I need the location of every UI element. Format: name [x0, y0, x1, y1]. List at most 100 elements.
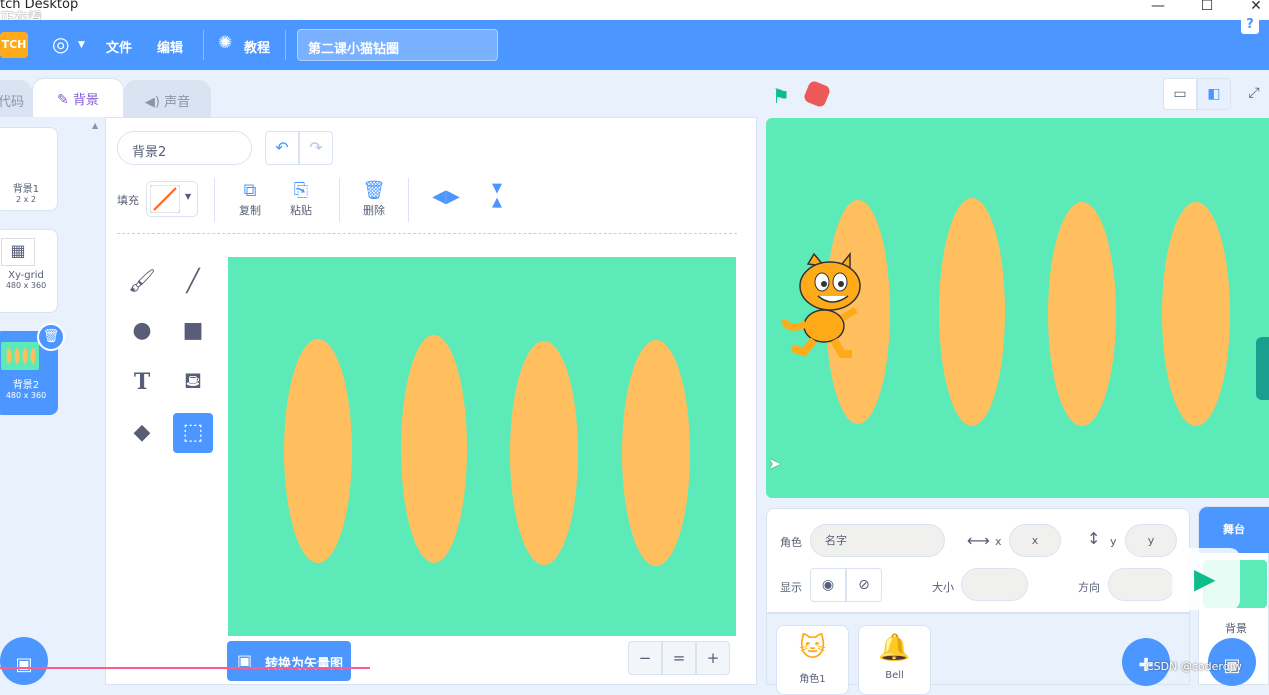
menu-file[interactable]: 文件	[106, 37, 132, 56]
delete-costume-icon[interactable]: 🗑	[37, 323, 65, 351]
rectangle-icon: ■	[182, 318, 204, 343]
scratch-logo[interactable]: TCH	[0, 32, 28, 58]
watermark: CSDN @coderdjw	[1146, 660, 1242, 673]
choose-backdrop-button[interactable]: ▣	[0, 637, 48, 685]
hide-sprite-button[interactable]: ⊘	[846, 568, 882, 602]
y-input[interactable]: y	[1125, 524, 1177, 557]
scroll-up-icon[interactable]: ▲	[92, 121, 98, 130]
large-stage-icon: ◧	[1207, 86, 1221, 102]
ellipse-shape	[1048, 202, 1116, 426]
cat-icon: 🐱	[798, 633, 827, 663]
ellipse-shape	[1162, 202, 1230, 426]
show-sprite-button[interactable]: ◉	[810, 568, 846, 602]
paint-canvas[interactable]	[228, 257, 736, 636]
select-tool[interactable]: ⬚	[173, 413, 213, 453]
redo-button[interactable]: ↷	[299, 131, 333, 165]
eraser-tool[interactable]: ◆	[122, 413, 162, 453]
menu-tutorials[interactable]: 教程	[244, 37, 270, 56]
costume-list-scrollbar[interactable]: ▲	[88, 117, 105, 685]
fullscreen-icon: ⤢	[1248, 85, 1260, 101]
flip-vertical-icon: ▼ ▲	[492, 181, 502, 210]
vertical-arrows-icon: ↕	[1087, 529, 1101, 548]
zoom-reset-button[interactable]: =	[662, 641, 696, 675]
window-title-bar	[0, 0, 1269, 20]
no-fill-swatch-icon	[150, 185, 180, 213]
direction-label: 方向	[1078, 581, 1100, 594]
convert-to-vector-button[interactable]: ▣ 转换为矢量图	[227, 641, 351, 681]
costume-name-input[interactable]: 背景2	[117, 131, 252, 165]
size-input[interactable]	[961, 568, 1028, 601]
circle-icon: ●	[132, 318, 152, 343]
undo-icon: ↶	[275, 138, 289, 157]
stage-label[interactable]: 舞台	[1199, 507, 1269, 553]
ellipse-shape	[939, 198, 1005, 426]
small-stage-button[interactable]: ▭	[1163, 78, 1197, 110]
maximize-button[interactable]: ☐	[1192, 0, 1222, 20]
stop-icon[interactable]	[802, 79, 832, 109]
zoom-out-button[interactable]: −	[628, 641, 662, 675]
project-title-input[interactable]: 第二课小猫钻圈	[297, 29, 498, 61]
zoom-in-button[interactable]: +	[696, 641, 730, 675]
video-progress-line	[0, 667, 370, 669]
sprite-info-panel: 角色 名字 ⟷ x x ↕ y y 显示 ◉ ⊘ 大小 方向	[766, 508, 1190, 613]
ellipse-shape	[510, 341, 578, 565]
toolbar-separator	[117, 233, 737, 234]
tab-code[interactable]: 代码	[0, 80, 32, 118]
tab-backdrops[interactable]: ✎ 背景	[32, 78, 124, 120]
stage-canvas[interactable]	[766, 118, 1269, 498]
costume-item[interactable]: ▦ Xy-grid 480 x 360	[0, 229, 58, 313]
paste-button[interactable]: ⎘ 粘贴	[281, 180, 321, 218]
menu-separator	[203, 30, 204, 60]
small-stage-icon: ▭	[1173, 86, 1187, 102]
undo-button[interactable]: ↶	[265, 131, 299, 165]
line-icon: ╱	[186, 269, 200, 294]
play-icon: ▶	[1194, 562, 1216, 595]
flip-vertical-button[interactable]: ▼ ▲	[477, 181, 517, 210]
chevron-down-icon: ▼	[185, 192, 192, 201]
direction-input[interactable]	[1108, 568, 1175, 601]
x-label: x	[995, 535, 1002, 548]
large-stage-button[interactable]: ◧	[1197, 78, 1231, 110]
costume-thumbnail	[1, 342, 39, 370]
fill-color-picker[interactable]: ▼	[146, 181, 198, 217]
flip-horizontal-button[interactable]: ◀▶	[426, 186, 466, 208]
flip-horizontal-icon: ◀▶	[432, 186, 460, 207]
redo-icon: ↷	[309, 138, 323, 157]
circle-tool[interactable]: ●	[122, 311, 162, 351]
tab-sounds[interactable]: ◀) 声音	[124, 80, 211, 118]
costume-item[interactable]: 背景1 2 x 2	[0, 127, 58, 211]
y-label: y	[1110, 535, 1117, 548]
toolbar-divider	[408, 178, 409, 222]
fill-tool[interactable]: ⛾	[173, 362, 213, 402]
sprite-name-input[interactable]: 名字	[810, 524, 945, 557]
rectangle-tool[interactable]: ■	[173, 311, 213, 351]
delete-button[interactable]: 🗑 删除	[354, 180, 394, 218]
green-flag-icon[interactable]: ⚑	[772, 84, 790, 108]
help-icon[interactable]: ?	[1241, 16, 1259, 34]
line-tool[interactable]: ╱	[173, 262, 213, 302]
x-input[interactable]: x	[1009, 524, 1061, 557]
text-tool[interactable]: T	[122, 362, 162, 402]
fill-label: 填充	[117, 194, 139, 207]
mouse-pointer-icon: ➤	[768, 454, 782, 473]
copy-icon: ⧉	[243, 180, 257, 201]
stage-artwork	[780, 198, 1230, 426]
paste-icon: ⎘	[293, 180, 309, 201]
text-icon: T	[133, 369, 151, 395]
menu-separator	[285, 30, 286, 60]
select-cursor-icon: ⬚	[182, 420, 204, 445]
toolbar-divider	[214, 178, 215, 222]
video-play-overlay[interactable]: ▶	[1172, 548, 1240, 610]
fullscreen-button[interactable]: ⤢	[1237, 78, 1269, 110]
eye-icon: ◉	[821, 577, 835, 593]
brush-tool[interactable]: 🖌	[122, 262, 162, 302]
lightbulb-icon[interactable]: ✺	[218, 33, 232, 53]
minimize-button[interactable]: —	[1143, 0, 1173, 20]
side-panel-handle[interactable]	[1256, 337, 1269, 400]
brush-icon: 🖌	[128, 269, 156, 294]
menu-edit[interactable]: 编辑	[157, 37, 183, 56]
eraser-icon: ◆	[133, 420, 151, 445]
copy-button[interactable]: ⧉ 复制	[230, 180, 270, 218]
globe-icon[interactable]: ◎	[52, 32, 69, 56]
costume-list: 背景1 2 x 2 ▦ Xy-grid 480 x 360 背景2 480 x …	[0, 117, 88, 685]
